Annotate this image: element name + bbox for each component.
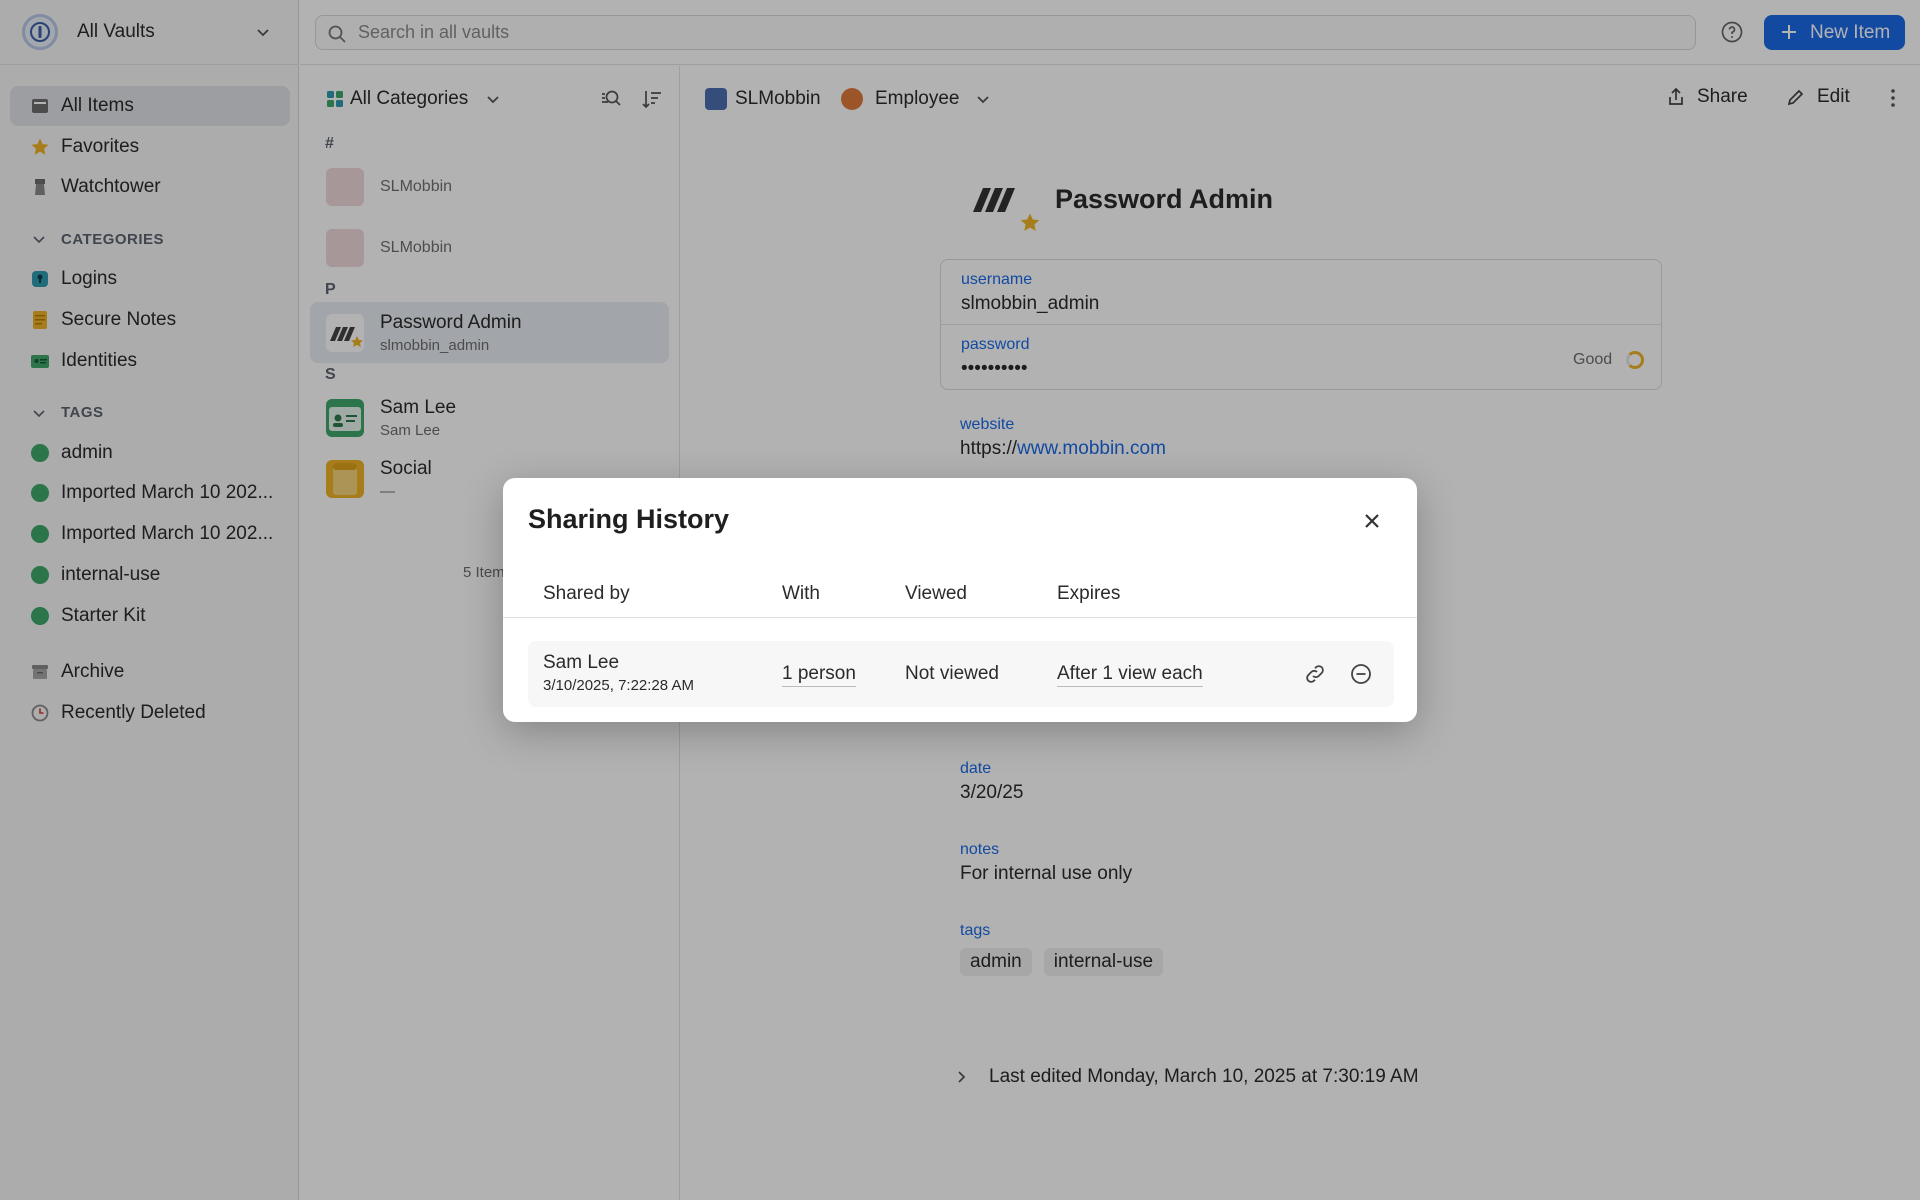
column-header: Shared by	[543, 583, 630, 604]
viewed-cell: Not viewed	[905, 663, 999, 684]
column-header: With	[782, 583, 820, 604]
with-cell[interactable]: 1 person	[782, 663, 856, 687]
copy-link-icon[interactable]	[1303, 662, 1327, 686]
revoke-icon[interactable]	[1349, 662, 1373, 686]
table-row: Sam Lee 3/10/2025, 7:22:28 AM 1 person N…	[528, 641, 1394, 707]
shared-at: 3/10/2025, 7:22:28 AM	[543, 677, 694, 694]
column-header: Expires	[1057, 583, 1121, 604]
sharing-history-dialog: Sharing History Shared by With Viewed Ex…	[503, 478, 1417, 722]
expires-cell[interactable]: After 1 view each	[1057, 663, 1203, 687]
column-header: Viewed	[905, 583, 967, 604]
table-header: Shared by With Viewed Expires	[503, 570, 1417, 618]
close-icon[interactable]	[1362, 511, 1382, 531]
dialog-title: Sharing History	[528, 504, 730, 534]
shared-by-cell: Sam Lee 3/10/2025, 7:22:28 AM	[543, 652, 694, 694]
shared-by-name: Sam Lee	[543, 652, 620, 673]
